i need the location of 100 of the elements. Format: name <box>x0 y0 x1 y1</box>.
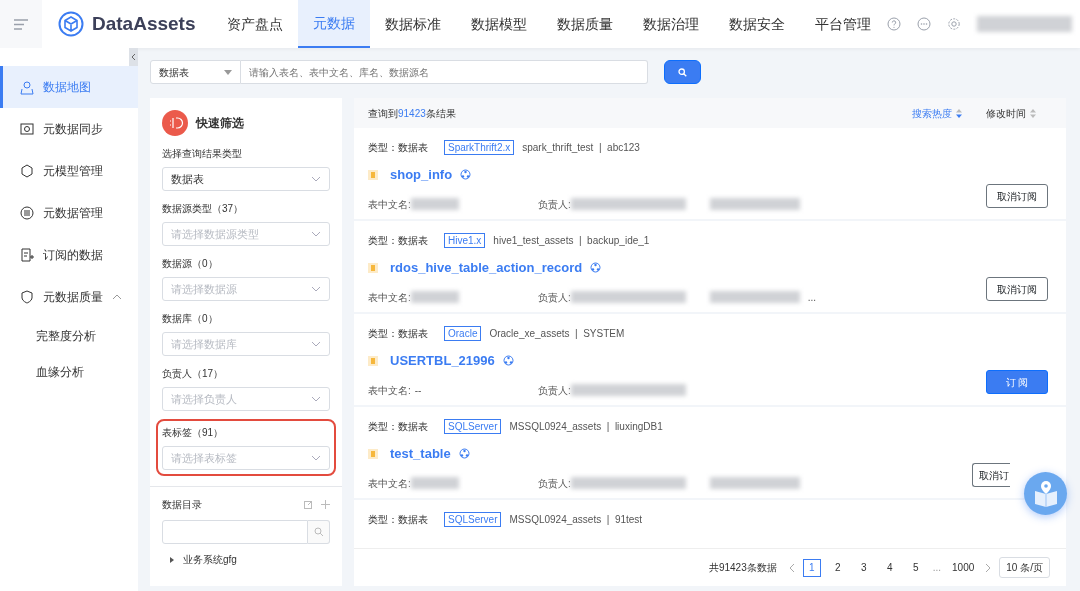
sort-arrows-icon <box>1030 108 1036 118</box>
page-size-select[interactable]: 10 条/页 <box>999 557 1050 578</box>
redacted-text <box>410 291 459 303</box>
sidebar-subitem[interactable]: 完整度分析 <box>0 318 138 354</box>
type-label: 类型：数据表 <box>368 327 428 341</box>
total-count: 共91423条数据 <box>708 561 777 575</box>
chevron-right-icon[interactable] <box>985 562 992 573</box>
search-button[interactable] <box>664 60 701 84</box>
sidebar-item[interactable]: 元数据管理 <box>0 192 138 234</box>
help-icon[interactable] <box>887 17 901 31</box>
owner-label: 负责人: <box>538 290 571 305</box>
document-icon <box>19 247 35 263</box>
nav-tab[interactable]: 资产盘点 <box>211 0 298 48</box>
sort-toggle[interactable]: 搜索热度 <box>912 105 962 121</box>
filter-select[interactable]: 数据表 <box>162 167 330 191</box>
owner-label: 负责人: <box>538 476 571 491</box>
lineage-icon[interactable] <box>460 169 472 181</box>
chevron-down-icon <box>311 231 321 237</box>
filter-label: 负责人（17） <box>162 367 225 381</box>
page-button[interactable]: 1000 <box>949 558 978 577</box>
sort-toggle[interactable]: 修改时间 <box>986 105 1036 121</box>
nav-tab[interactable]: 数据治理 <box>627 0 714 48</box>
table-icon <box>368 355 378 366</box>
settings-icon[interactable] <box>947 17 961 31</box>
cn-name-value: -- <box>414 383 422 398</box>
logo-cube-icon <box>58 11 84 37</box>
caret-down-icon <box>224 69 232 75</box>
type-label: 类型：数据表 <box>368 513 428 527</box>
nav-tab[interactable]: 平台管理 <box>799 0 886 48</box>
nav-tab[interactable]: 元数据 <box>297 0 370 48</box>
owner-label: 负责人: <box>538 197 571 212</box>
type-label: 类型：数据表 <box>368 141 428 155</box>
catalog-search-field[interactable] <box>162 520 309 544</box>
subscribe-button[interactable]: 取消订阅 <box>986 277 1048 301</box>
chevron-down-icon <box>311 341 321 347</box>
collapse-handle[interactable] <box>129 48 138 66</box>
table-icon <box>368 448 378 459</box>
chevron-left-icon[interactable] <box>788 562 795 573</box>
sidebar-item[interactable]: 元数据质量 <box>0 276 138 318</box>
table-icon <box>368 169 378 180</box>
catalog-search-button[interactable] <box>308 520 330 544</box>
type-label: 类型：数据表 <box>368 234 428 248</box>
sidebar-item[interactable]: 数据地图 <box>0 66 138 108</box>
table-name-link[interactable]: USERTBL_21996 <box>390 351 495 371</box>
source-tag: Oracle <box>444 326 482 341</box>
filter-label: 数据源（0） <box>162 257 219 271</box>
filter-badge-icon <box>162 110 188 136</box>
lineage-icon[interactable] <box>458 448 470 460</box>
nav-tab[interactable]: 数据模型 <box>455 0 542 48</box>
search-icon <box>313 527 324 537</box>
filter-label: 表标签（91） <box>162 426 225 440</box>
page-button[interactable]: 2 <box>828 558 847 577</box>
chevron-down-icon <box>311 455 321 461</box>
filter-title: 快速筛选 <box>196 115 244 132</box>
plus-icon[interactable] <box>321 500 330 509</box>
nav-tab[interactable]: 数据安全 <box>713 0 800 48</box>
caret-right-icon[interactable] <box>170 556 175 563</box>
search-field[interactable]: 请输入表名、表中文名、库名、数据源名 <box>241 60 648 84</box>
search-type-select[interactable]: 数据表 <box>150 60 241 84</box>
sidebar-item[interactable]: 订阅的数据 <box>0 234 138 276</box>
subscribe-button[interactable]: 取消订 <box>972 463 1010 487</box>
results-summary: 查询到91423条结果 <box>368 106 456 121</box>
more-ellipsis: ... <box>807 290 817 305</box>
tree-item[interactable]: 业务系统gfg <box>183 552 237 567</box>
chat-icon[interactable] <box>917 17 931 31</box>
page-button[interactable]: 3 <box>854 558 873 577</box>
source-path: hive1_test_assets | backup_ide_1 <box>493 234 650 248</box>
chevron-down-icon <box>311 396 321 402</box>
database-icon <box>19 205 35 221</box>
lineage-icon[interactable] <box>502 355 514 367</box>
subscribe-button[interactable]: 取消订阅 <box>986 184 1048 208</box>
subscribe-button[interactable]: 订 阅 <box>986 370 1048 394</box>
search-icon <box>678 67 687 77</box>
shield-icon <box>19 289 35 305</box>
type-label: 类型：数据表 <box>368 420 428 434</box>
table-name-link[interactable]: test_table <box>390 444 451 464</box>
chevron-down-icon <box>311 286 321 292</box>
sidebar-item[interactable]: 元模型管理 <box>0 150 138 192</box>
sidebar-item[interactable]: 元数据同步 <box>0 108 138 150</box>
page-ellipsis: ... <box>932 561 942 575</box>
redacted-text <box>410 477 459 489</box>
table-name-link[interactable]: shop_info <box>390 165 453 185</box>
lineage-icon[interactable] <box>590 262 602 274</box>
page-button[interactable]: 1 <box>802 558 821 577</box>
source-tag: Hive1.x <box>444 233 486 248</box>
source-tag: SQLServer <box>444 512 502 527</box>
source-path: Oracle_xe_assets | SYSTEM <box>489 327 625 341</box>
table-name-link[interactable]: rdos_hive_table_action_record <box>390 258 583 278</box>
menu-icon[interactable] <box>14 18 28 30</box>
table-icon <box>368 262 378 273</box>
nav-tab[interactable]: 数据质量 <box>541 0 628 48</box>
app-logo-text: DataAssets <box>92 11 196 36</box>
page-button[interactable]: 4 <box>880 558 899 577</box>
source-tag: SparkThrift2.x <box>444 140 515 155</box>
edit-icon[interactable] <box>304 500 313 509</box>
sidebar-subitem[interactable]: 血缘分析 <box>0 354 138 390</box>
page-button[interactable]: 5 <box>906 558 925 577</box>
nav-tab[interactable]: 数据标准 <box>369 0 456 48</box>
source-path: MSSQL0924_assets | 91test <box>509 513 643 527</box>
filter-label: 数据源类型（37） <box>162 202 245 216</box>
